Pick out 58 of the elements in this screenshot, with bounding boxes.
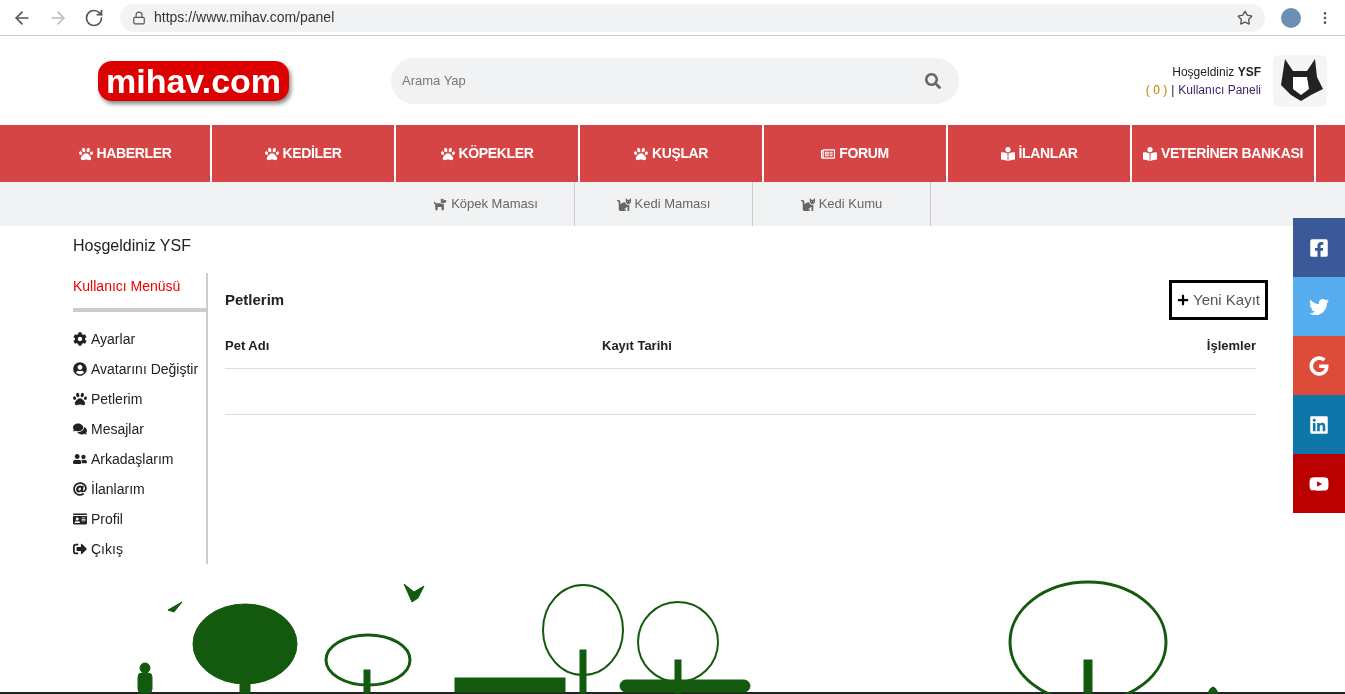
- share-button[interactable]: [1293, 454, 1345, 513]
- friends-icon: [73, 452, 87, 466]
- sidebar-menu-item[interactable]: Avatarını Değiştir: [73, 354, 206, 384]
- comments-icon: [73, 422, 87, 436]
- plus-icon: [1177, 294, 1189, 306]
- user-panel-link[interactable]: Kullanıcı Paneli: [1178, 80, 1261, 99]
- user-icon: [73, 362, 87, 376]
- google-icon: [1309, 355, 1329, 376]
- address-bar[interactable]: https://www.mihav.com/panel: [120, 3, 1265, 32]
- id-card-icon: [73, 512, 87, 526]
- paw-icon: [78, 146, 93, 161]
- share-button[interactable]: [1293, 395, 1345, 454]
- column-header: İşlemler: [1206, 336, 1256, 355]
- reader-icon: [1143, 146, 1158, 161]
- greeting-text: Hoşgeldiniz YSF: [1172, 63, 1261, 81]
- star-icon[interactable]: [1237, 9, 1253, 26]
- twitter-icon: [1309, 296, 1329, 317]
- search-icon[interactable]: [925, 72, 941, 89]
- sidebar-menu-item[interactable]: Petlerim: [73, 384, 206, 414]
- subnav-link[interactable]: Köpek Maması: [397, 182, 575, 226]
- subnav-link[interactable]: Kedi Kumu: [753, 182, 931, 226]
- newspaper-icon: [821, 146, 836, 161]
- profile-avatar[interactable]: [1281, 7, 1301, 28]
- at-icon: [73, 482, 87, 496]
- search-field[interactable]: Arama Yap: [391, 57, 959, 104]
- paw-icon: [73, 392, 87, 406]
- sidebar-menu-item[interactable]: Arkadaşlarım: [73, 444, 206, 474]
- exit-icon: [73, 542, 87, 556]
- url-text: https://www.mihav.com/panel: [154, 8, 335, 27]
- lock-icon: [132, 10, 146, 25]
- reload-icon[interactable]: [84, 7, 104, 28]
- column-header: Kayıt Tarihi: [602, 336, 673, 355]
- cat-icon: [800, 197, 815, 211]
- sidebar-menu-item[interactable]: İlanlarım: [73, 474, 206, 504]
- reader-icon: [1000, 146, 1015, 161]
- share-button[interactable]: [1293, 218, 1345, 277]
- facebook-icon: [1309, 237, 1329, 258]
- separator-text: |: [1171, 81, 1175, 99]
- paw-icon: [633, 146, 648, 161]
- sidebar-menu-item[interactable]: Çıkış: [73, 534, 206, 564]
- logo[interactable]: mihav.com: [98, 60, 290, 101]
- share-button[interactable]: [1293, 336, 1345, 395]
- cat-icon: [616, 197, 631, 211]
- sidebar-menu-item[interactable]: Profil: [73, 504, 206, 534]
- sidebar-title: Kullanıcı Menüsü: [73, 273, 206, 312]
- sidebar-menu-item[interactable]: Ayarlar: [73, 324, 206, 354]
- dog-icon: [433, 197, 448, 211]
- paw-icon: [440, 146, 455, 161]
- column-header: Pet Adı: [225, 336, 271, 355]
- message-count: ( 0 ): [1145, 81, 1168, 99]
- page-title: Hoşgeldiniz YSF: [73, 236, 191, 256]
- settings-icon: [73, 332, 87, 346]
- paw-icon: [264, 146, 279, 161]
- sidebar-menu-item[interactable]: Mesajlar: [73, 414, 206, 444]
- linkedin-icon: [1309, 414, 1329, 435]
- subnav-link[interactable]: Kedi Maması: [575, 182, 753, 226]
- new-record-button[interactable]: Yeni Kayıt: [1169, 280, 1268, 320]
- panel-title: Petlerim: [225, 289, 285, 310]
